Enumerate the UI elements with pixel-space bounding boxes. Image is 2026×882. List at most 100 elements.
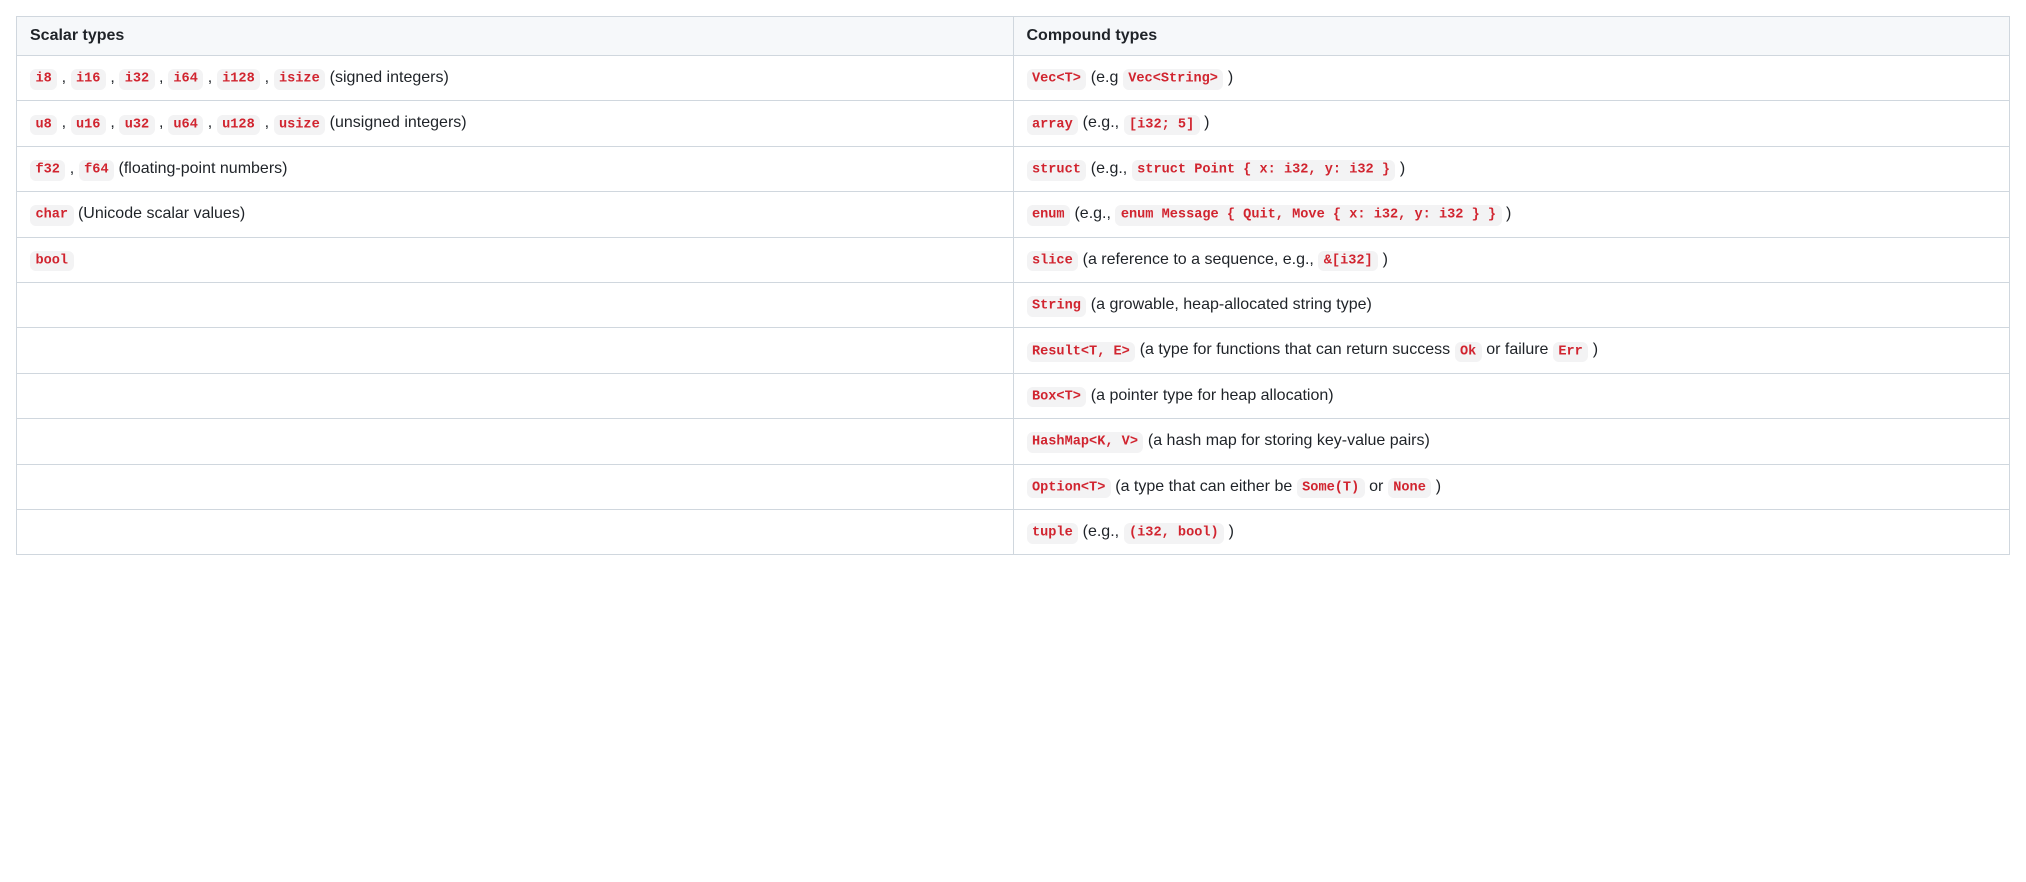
text-fragment: , [57, 69, 70, 86]
text-fragment: or [1365, 478, 1388, 495]
text-fragment: ) [1431, 478, 1441, 495]
code-token: String [1027, 296, 1087, 316]
text-fragment: (e.g., [1086, 160, 1131, 177]
scalar-cell [17, 509, 1014, 554]
text-fragment: (a type that can either be [1111, 478, 1297, 495]
scalar-cell [17, 419, 1014, 464]
code-token: tuple [1027, 523, 1079, 543]
table-row: Option<T> (a type that can either be Som… [17, 464, 2010, 509]
code-token: [i32; 5] [1124, 115, 1200, 135]
text-fragment: (a reference to a sequence, e.g., [1078, 251, 1318, 268]
text-fragment: , [260, 114, 273, 131]
code-token: usize [274, 115, 326, 135]
scalar-cell: f32 , f64 (floating-point numbers) [17, 146, 1014, 191]
text-fragment: , [106, 114, 119, 131]
code-token: slice [1027, 251, 1079, 271]
table-row: boolslice (a reference to a sequence, e.… [17, 237, 2010, 282]
code-token: Result<T, E> [1027, 342, 1136, 362]
code-token: isize [274, 69, 326, 89]
text-fragment: (unsigned integers) [325, 114, 466, 131]
text-fragment: ) [1502, 205, 1512, 222]
table-row: char (Unicode scalar values)enum (e.g., … [17, 192, 2010, 237]
compound-cell: HashMap<K, V> (a hash map for storing ke… [1013, 419, 2010, 464]
text-fragment: ) [1378, 251, 1388, 268]
code-token: i8 [30, 69, 57, 89]
code-token: u128 [217, 115, 261, 135]
scalar-cell: i8 , i16 , i32 , i64 , i128 , isize (sig… [17, 56, 1014, 101]
table-header-row: Scalar types Compound types [17, 17, 2010, 56]
compound-cell: Vec<T> (e.g Vec<String> ) [1013, 56, 2010, 101]
text-fragment: , [260, 69, 273, 86]
scalar-cell [17, 282, 1014, 327]
text-fragment: , [203, 114, 216, 131]
compound-cell: struct (e.g., struct Point { x: i32, y: … [1013, 146, 2010, 191]
scalar-cell: char (Unicode scalar values) [17, 192, 1014, 237]
code-token: f64 [79, 160, 114, 180]
text-fragment: ) [1223, 69, 1233, 86]
code-token: Vec<T> [1027, 69, 1087, 89]
types-table: Scalar types Compound types i8 , i16 , i… [16, 16, 2010, 555]
table-row: Result<T, E> (a type for functions that … [17, 328, 2010, 373]
code-token: struct Point { x: i32, y: i32 } [1132, 160, 1396, 180]
scalar-cell: bool [17, 237, 1014, 282]
text-fragment: (e.g [1086, 69, 1122, 86]
code-token: &[i32] [1318, 251, 1378, 271]
text-fragment: (floating-point numbers) [114, 160, 287, 177]
code-token: char [30, 205, 74, 225]
table-row: HashMap<K, V> (a hash map for storing ke… [17, 419, 2010, 464]
text-fragment: (a type for functions that can return su… [1135, 341, 1454, 358]
table-row: Box<T> (a pointer type for heap allocati… [17, 373, 2010, 418]
compound-cell: String (a growable, heap-allocated strin… [1013, 282, 2010, 327]
text-fragment: (a pointer type for heap allocation) [1086, 387, 1333, 404]
text-fragment: (e.g., [1078, 114, 1123, 131]
table-body: i8 , i16 , i32 , i64 , i128 , isize (sig… [17, 56, 2010, 555]
text-fragment: , [65, 160, 78, 177]
text-fragment: (Unicode scalar values) [74, 205, 246, 222]
text-fragment: (a growable, heap-allocated string type) [1086, 296, 1372, 313]
text-fragment: , [203, 69, 216, 86]
code-token: u16 [71, 115, 106, 135]
compound-cell: tuple (e.g., (i32, bool) ) [1013, 509, 2010, 554]
code-token: enum [1027, 205, 1071, 225]
code-token: i32 [119, 69, 154, 89]
text-fragment: ) [1200, 114, 1210, 131]
code-token: Ok [1455, 342, 1482, 362]
compound-cell: Option<T> (a type that can either be Som… [1013, 464, 2010, 509]
text-fragment: ) [1395, 160, 1405, 177]
scalar-cell [17, 328, 1014, 373]
compound-cell: enum (e.g., enum Message { Quit, Move { … [1013, 192, 2010, 237]
code-token: Vec<String> [1123, 69, 1224, 89]
code-token: u64 [168, 115, 203, 135]
code-token: u32 [119, 115, 154, 135]
table-row: String (a growable, heap-allocated strin… [17, 282, 2010, 327]
code-token: i128 [217, 69, 261, 89]
table-row: u8 , u16 , u32 , u64 , u128 , usize (uns… [17, 101, 2010, 146]
text-fragment: (a hash map for storing key-value pairs) [1143, 432, 1429, 449]
scalar-cell: u8 , u16 , u32 , u64 , u128 , usize (uns… [17, 101, 1014, 146]
scalar-cell [17, 464, 1014, 509]
code-token: Option<T> [1027, 478, 1111, 498]
code-token: u8 [30, 115, 57, 135]
code-token: i64 [168, 69, 203, 89]
code-token: i16 [71, 69, 106, 89]
code-token: HashMap<K, V> [1027, 432, 1144, 452]
text-fragment: ) [1588, 341, 1598, 358]
compound-cell: Box<T> (a pointer type for heap allocati… [1013, 373, 2010, 418]
text-fragment: (e.g., [1070, 205, 1115, 222]
code-token: enum Message { Quit, Move { x: i32, y: i… [1115, 205, 1501, 225]
compound-cell: array (e.g., [i32; 5] ) [1013, 101, 2010, 146]
text-fragment: , [57, 114, 70, 131]
header-scalar: Scalar types [17, 17, 1014, 56]
compound-cell: slice (a reference to a sequence, e.g., … [1013, 237, 2010, 282]
text-fragment: (e.g., [1078, 523, 1123, 540]
text-fragment: , [106, 69, 119, 86]
text-fragment: , [155, 69, 168, 86]
table-row: i8 , i16 , i32 , i64 , i128 , isize (sig… [17, 56, 2010, 101]
code-token: f32 [30, 160, 65, 180]
table-row: tuple (e.g., (i32, bool) ) [17, 509, 2010, 554]
code-token: struct [1027, 160, 1087, 180]
code-token: Some(T) [1297, 478, 1365, 498]
header-compound: Compound types [1013, 17, 2010, 56]
text-fragment: ) [1224, 523, 1234, 540]
code-token: None [1388, 478, 1432, 498]
